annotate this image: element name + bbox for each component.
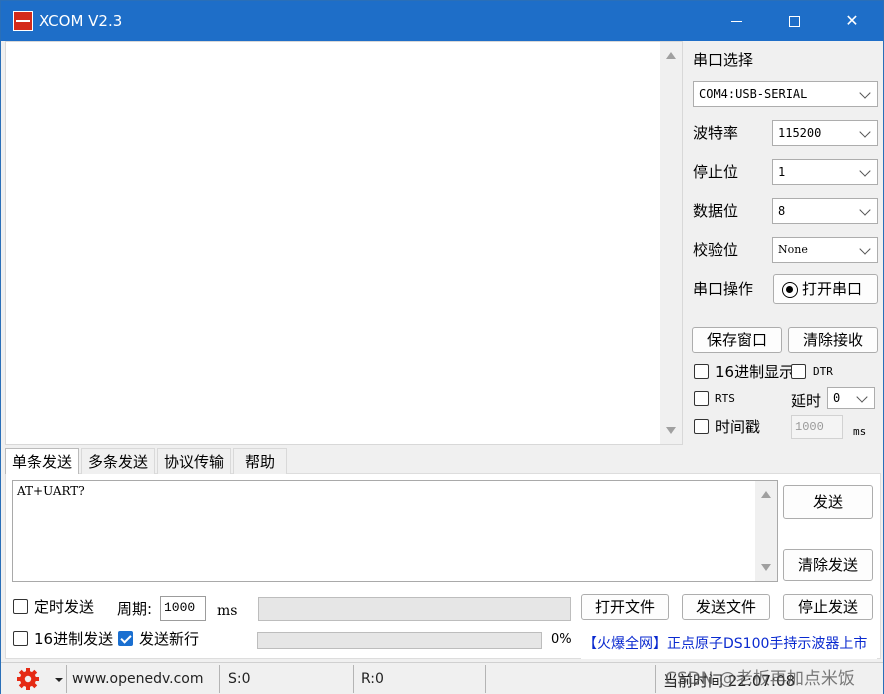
open-port-label: 打开串口 — [802, 280, 863, 298]
caret-down-icon[interactable] — [55, 678, 63, 682]
data-bits-select[interactable]: 8 — [772, 198, 878, 224]
hex-send-label: 16进制发送 — [34, 630, 114, 648]
port-status-icon — [782, 282, 798, 298]
hex-send-checkbox[interactable] — [13, 631, 28, 646]
timestamp-input[interactable]: 1000 — [791, 415, 843, 439]
send-newline-checkbox[interactable] — [118, 631, 133, 646]
data-bits-label: 数据位 — [693, 202, 739, 220]
receive-scrollbar[interactable] — [660, 42, 682, 444]
status-separator — [219, 665, 220, 693]
scroll-up-arrow-icon[interactable] — [761, 491, 771, 498]
period-input[interactable]: 1000 — [160, 596, 206, 621]
ad-banner-link[interactable]: 【火爆全网】正点原子DS100手持示波器上市 — [581, 629, 877, 659]
port-select-label: 串口选择 — [693, 51, 754, 69]
tab-single-send[interactable]: 单条发送 — [5, 448, 79, 474]
send-progress-percent: 0% — [551, 632, 572, 647]
chevron-down-icon — [859, 204, 871, 216]
tab-help[interactable]: 帮助 — [233, 448, 287, 474]
rts-label: RTS — [715, 392, 735, 405]
timed-send-label: 定时发送 — [34, 598, 95, 616]
parity-label: 校验位 — [693, 241, 739, 259]
data-bits-value: 8 — [778, 204, 786, 218]
scroll-up-arrow-icon[interactable] — [666, 52, 676, 59]
tab-multi-send[interactable]: 多条发送 — [81, 448, 155, 474]
hex-display-checkbox[interactable] — [694, 364, 709, 379]
sent-count: S:0 — [228, 671, 251, 687]
open-file-button[interactable]: 打开文件 — [581, 594, 669, 620]
dtr-label: DTR — [813, 365, 833, 378]
delay-value: 0 — [833, 391, 841, 405]
status-separator — [485, 665, 486, 693]
chevron-down-icon — [859, 126, 871, 138]
timed-send-checkbox[interactable] — [13, 599, 28, 614]
status-separator — [655, 665, 656, 693]
delay-select[interactable]: 0 — [827, 387, 875, 409]
send-newline-label: 发送新行 — [139, 630, 200, 648]
xcom-window: XCOM V2.3 ✕ 串口选择 COM4:USB-SERIAL 波特率 115… — [0, 0, 884, 694]
minimize-button[interactable] — [707, 1, 765, 41]
delay-label: 延时 — [791, 392, 822, 410]
gear-icon[interactable] — [16, 667, 40, 691]
file-path-bar — [258, 597, 571, 621]
send-text-area[interactable]: AT+UART? — [12, 480, 778, 582]
close-icon: ✕ — [845, 11, 859, 30]
xcom-app-icon — [13, 11, 33, 31]
rts-checkbox[interactable] — [694, 391, 709, 406]
stop-bits-select[interactable]: 1 — [772, 159, 878, 185]
clear-receive-button[interactable]: 清除接收 — [788, 327, 878, 353]
chevron-down-icon — [859, 243, 871, 255]
stop-send-button[interactable]: 停止发送 — [783, 594, 873, 620]
maximize-icon — [788, 16, 800, 27]
timestamp-label: 时间戳 — [715, 418, 761, 436]
title-bar[interactable]: XCOM V2.3 ✕ — [1, 1, 883, 41]
period-unit: ms — [217, 603, 238, 619]
scroll-down-arrow-icon[interactable] — [761, 564, 771, 571]
csdn-watermark: CSDN @老板再加点米饭 — [665, 669, 855, 689]
send-file-button[interactable]: 发送文件 — [682, 594, 770, 620]
send-scrollbar[interactable] — [755, 481, 777, 581]
hex-display-label: 16进制显示 — [715, 363, 795, 381]
maximize-button[interactable] — [765, 1, 823, 41]
chevron-down-icon — [859, 87, 871, 99]
parity-value: None — [778, 243, 808, 256]
app-title: XCOM V2.3 — [39, 12, 123, 30]
clear-send-button[interactable]: 清除发送 — [783, 549, 873, 581]
baud-select[interactable]: 115200 — [772, 120, 878, 146]
send-progress-bar — [257, 632, 542, 649]
chevron-down-icon — [856, 391, 868, 403]
stop-bits-label: 停止位 — [693, 163, 739, 181]
port-select[interactable]: COM4:USB-SERIAL — [693, 81, 878, 107]
stop-bits-value: 1 — [778, 165, 786, 179]
tab-protocol[interactable]: 协议传输 — [157, 448, 231, 474]
website-link[interactable]: www.openedv.com — [72, 670, 204, 688]
open-port-button[interactable]: 打开串口 — [773, 274, 878, 304]
parity-select[interactable]: None — [772, 237, 878, 263]
save-window-button[interactable]: 保存窗口 — [692, 327, 782, 353]
minimize-icon — [730, 21, 742, 22]
dtr-checkbox[interactable] — [791, 364, 806, 379]
status-separator — [66, 665, 67, 693]
status-separator — [353, 665, 354, 693]
port-op-label: 串口操作 — [693, 280, 754, 298]
chevron-down-icon — [859, 165, 871, 177]
period-label: 周期: — [117, 600, 153, 618]
baud-label: 波特率 — [693, 124, 739, 142]
scroll-down-arrow-icon[interactable] — [666, 427, 676, 434]
timestamp-unit: ms — [853, 425, 867, 438]
received-count: R:0 — [361, 671, 384, 687]
timestamp-checkbox[interactable] — [694, 419, 709, 434]
send-text: AT+UART? — [17, 484, 85, 498]
baud-value: 115200 — [778, 126, 822, 140]
receive-text-area[interactable] — [5, 41, 683, 445]
close-button[interactable]: ✕ — [823, 1, 881, 41]
port-select-value: COM4:USB-SERIAL — [699, 87, 808, 101]
send-button[interactable]: 发送 — [783, 485, 873, 519]
